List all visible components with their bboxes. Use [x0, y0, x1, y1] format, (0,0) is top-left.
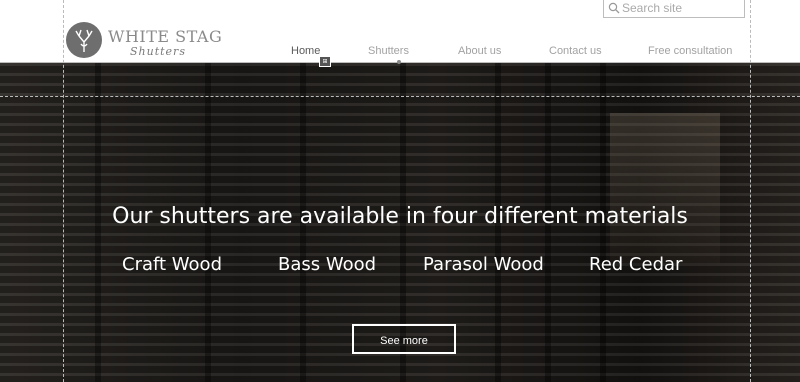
search-input[interactable]	[622, 0, 740, 15]
search-box[interactable]	[603, 0, 745, 18]
layout-guide	[750, 0, 751, 382]
nav-item-home[interactable]: Home	[291, 45, 320, 57]
see-more-button[interactable]: See more	[352, 324, 456, 354]
hero-headline: Our shutters are available in four diffe…	[112, 204, 688, 229]
main-nav: Home Shutters About us Contact us Free c…	[0, 45, 800, 64]
nav-item-about-us[interactable]: About us	[458, 45, 501, 57]
nav-item-contact-us[interactable]: Contact us	[549, 45, 602, 57]
search-icon[interactable]	[608, 2, 620, 14]
window-light-background	[610, 113, 720, 263]
material-red-cedar: Red Cedar	[589, 254, 683, 275]
edit-handle-icon[interactable]: ⊞	[319, 56, 331, 67]
nav-item-free-consultation[interactable]: Free consultation	[648, 45, 732, 57]
brand-title: WHITE STAG	[108, 27, 223, 46]
material-parasol-wood: Parasol Wood	[423, 254, 544, 275]
layout-guide	[63, 0, 64, 382]
site-header: WHITE STAG Shutters Home Shutters About …	[0, 0, 800, 64]
material-craft-wood: Craft Wood	[122, 254, 222, 275]
material-bass-wood: Bass Wood	[278, 254, 377, 275]
layout-guide	[0, 96, 800, 97]
nav-item-shutters[interactable]: Shutters	[368, 45, 409, 57]
active-page-indicator	[397, 60, 401, 64]
